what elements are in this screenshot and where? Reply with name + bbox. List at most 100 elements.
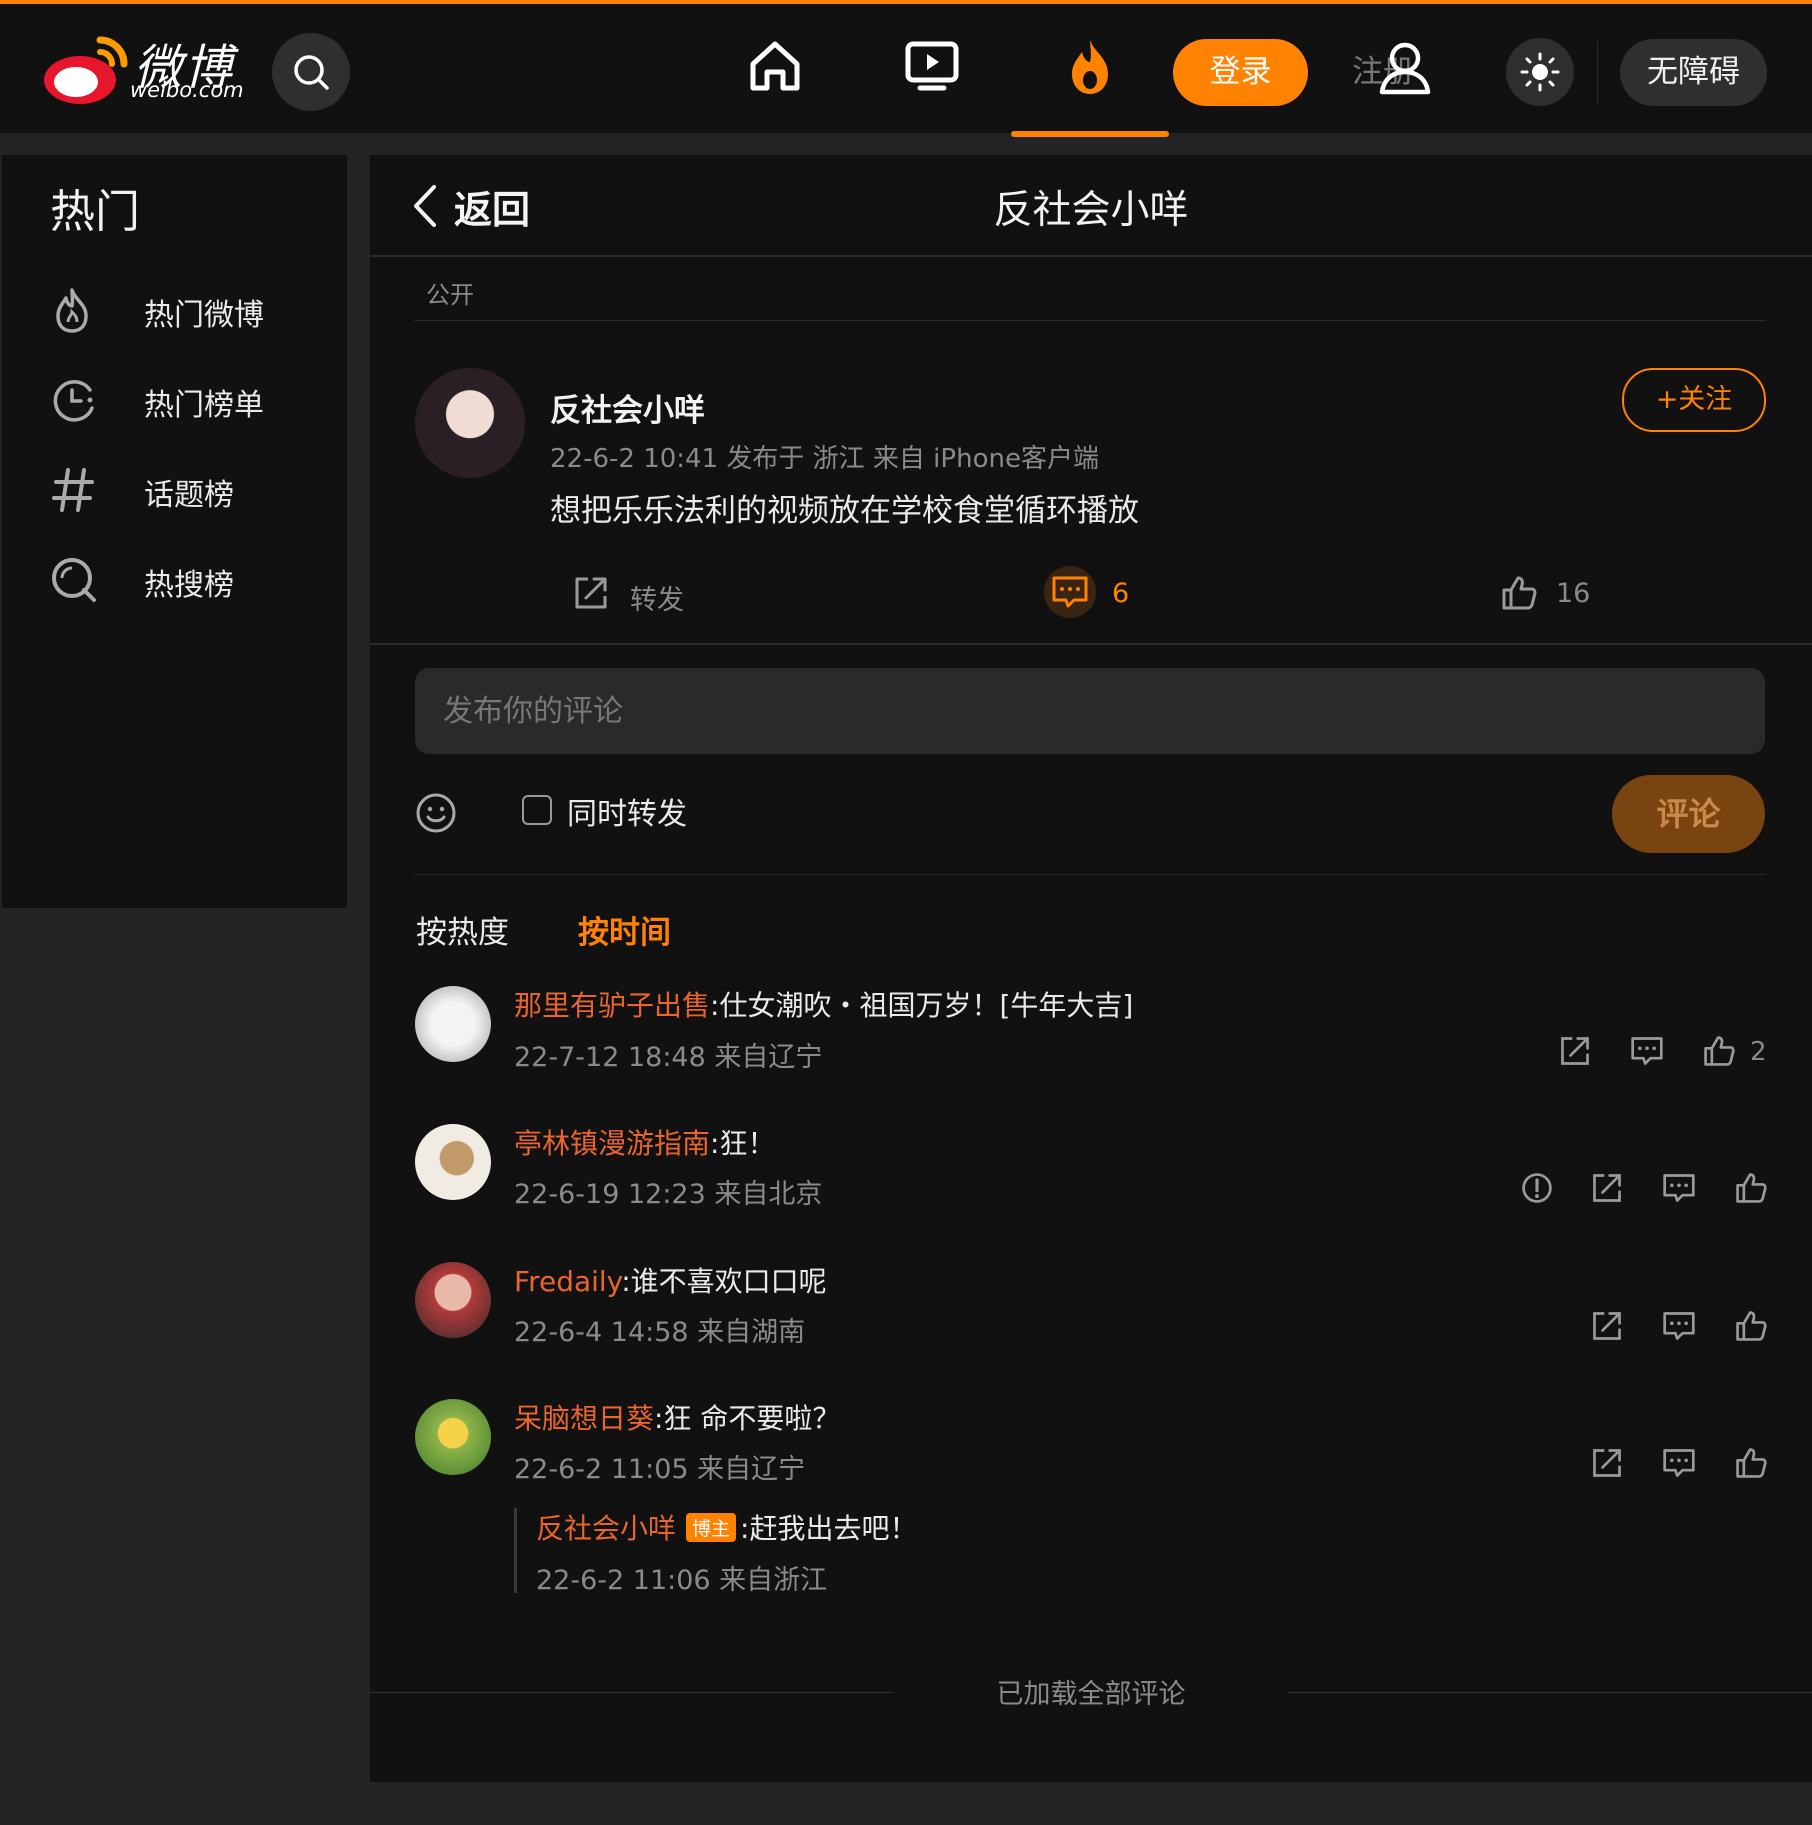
thumbs-up-icon[interactable]: [1734, 1446, 1768, 1480]
follow-button[interactable]: +关注: [1622, 368, 1766, 432]
sidebar-item-hot-rank[interactable]: 热门榜单: [50, 370, 340, 430]
emoji-button[interactable]: [415, 792, 457, 834]
like-count: 16: [1556, 578, 1591, 609]
author-avatar[interactable]: [415, 368, 525, 478]
thumbs-up-icon: [1502, 576, 1537, 610]
nav-home[interactable]: [745, 36, 805, 96]
comment-meta: 22-7-12 18:48 来自辽宁: [514, 1042, 823, 1073]
comment-meta: 22-6-4 14:58 来自湖南: [514, 1317, 806, 1348]
comment-avatar[interactable]: [415, 1124, 491, 1200]
author-badge: 博主: [686, 1513, 737, 1542]
share-icon[interactable]: [1590, 1446, 1624, 1480]
sidebar-item-label: 热门微博: [144, 298, 264, 333]
post-text: 想把乐乐法利的视频放在学校食堂循环播放: [550, 493, 1139, 529]
search-rank-icon: [52, 558, 96, 602]
comment-item: 呆脑想日葵:狂 命不要啦？: [514, 1397, 840, 1437]
hashtag-icon: [52, 468, 94, 512]
comment-meta: 22-6-2 11:05 来自辽宁: [514, 1454, 806, 1485]
comment-input[interactable]: [415, 668, 1765, 754]
divider: [414, 874, 1766, 875]
reply-text: :赶我出去吧！: [740, 1512, 918, 1545]
post-meta: 22-6-2 10:41 发布于 浙江 来自 iPhone客户端: [550, 444, 1099, 474]
comment-count: 6: [1112, 578, 1130, 609]
comment-count-button[interactable]: 6: [1044, 566, 1144, 620]
comment-item: 亭林镇漫游指南:狂！: [514, 1122, 775, 1162]
reply-username[interactable]: 反社会小咩: [536, 1512, 676, 1545]
thumbs-up-icon[interactable]: [1734, 1309, 1768, 1343]
accessibility-button[interactable]: 无障碍: [1620, 39, 1767, 106]
report-icon[interactable]: [1520, 1171, 1554, 1205]
sidebar-item-topics[interactable]: 话题榜: [50, 460, 340, 520]
author-name[interactable]: 反社会小咩: [550, 385, 705, 430]
clock-rank-icon: [53, 380, 94, 422]
comment-icon[interactable]: [1662, 1309, 1696, 1343]
detail-header: 返回 反社会小咩: [370, 155, 1812, 257]
weibo-eye-icon: [44, 36, 128, 104]
thumbs-up-icon[interactable]: [1734, 1171, 1768, 1205]
visibility-label: 公开: [426, 281, 474, 309]
comment-meta: 22-6-19 12:23 来自北京: [514, 1179, 823, 1210]
nav-hot[interactable]: [1060, 36, 1120, 96]
sun-icon: [1520, 52, 1560, 92]
comment-text: :狂！: [710, 1127, 776, 1160]
weibo-logo[interactable]: 微博 weibo.com: [42, 30, 252, 108]
comment-item: Fredaily:谁不喜欢口口呢: [514, 1260, 827, 1300]
video-icon: [905, 41, 959, 91]
login-button[interactable]: 登录: [1173, 39, 1308, 106]
share-icon: [575, 577, 607, 609]
share-icon[interactable]: [1590, 1309, 1624, 1343]
nav-video[interactable]: [902, 36, 962, 96]
sort-by-hot-tab[interactable]: 按热度: [416, 907, 509, 952]
flame-icon: [1072, 40, 1108, 94]
comment-avatar[interactable]: [415, 1262, 491, 1338]
comment-icon: [1044, 566, 1096, 618]
sidebar: 热门 热门微博 热门榜单 话题榜 热搜榜: [2, 155, 347, 908]
search-button[interactable]: [272, 33, 350, 111]
repost-also-label[interactable]: 同时转发: [567, 789, 687, 833]
divider: [370, 643, 1812, 645]
comment-text: :狂 命不要啦？: [654, 1402, 841, 1435]
comment-text: :仕女潮吹・祖国万岁！[牛年大吉]: [710, 989, 1134, 1022]
sidebar-item-hot-weibo[interactable]: 热门微博: [50, 280, 340, 340]
comment-username[interactable]: 那里有驴子出售: [514, 989, 710, 1022]
reply-item: 反社会小咩 博主:赶我出去吧！: [536, 1507, 917, 1547]
share-icon[interactable]: [1558, 1034, 1592, 1068]
comment-username[interactable]: Fredaily: [514, 1265, 621, 1298]
logo-subtext: weibo.com: [130, 78, 244, 102]
home-icon: [750, 41, 800, 91]
reply-meta: 22-6-2 11:06 来自浙江: [536, 1565, 828, 1596]
active-nav-indicator: [1011, 131, 1169, 137]
search-icon: [294, 55, 329, 90]
submit-comment-button[interactable]: 评论: [1612, 775, 1765, 853]
like-button[interactable]: 16: [1500, 570, 1600, 620]
comment-username[interactable]: 呆脑想日葵: [514, 1402, 654, 1435]
sort-by-time-tab[interactable]: 按时间: [578, 907, 671, 952]
comment-icon[interactable]: [1630, 1034, 1664, 1068]
user-icon[interactable]: [1378, 40, 1432, 96]
comment-icon[interactable]: [1662, 1446, 1696, 1480]
comment-username[interactable]: 亭林镇漫游指南: [514, 1127, 710, 1160]
post-detail-panel: 返回 反社会小咩 公开 反社会小咩 22-6-2 10:41 发布于 浙江 来自…: [370, 155, 1812, 1782]
comment-text: :谁不喜欢口口呢: [621, 1265, 827, 1298]
repost-also-checkbox[interactable]: [522, 795, 552, 825]
header-divider: [1597, 42, 1598, 104]
repost-button[interactable]: 转发: [572, 570, 692, 620]
comment-icon[interactable]: [1662, 1171, 1696, 1205]
divider: [1288, 1692, 1812, 1693]
repost-label: 转发: [630, 585, 684, 616]
page-title: 反社会小咩: [993, 188, 1189, 233]
sidebar-item-label: 热门榜单: [144, 388, 264, 423]
sidebar-item-hot-search[interactable]: 热搜榜: [50, 550, 340, 610]
comment-avatar[interactable]: [415, 986, 491, 1062]
comment-like-count: 2: [1750, 1037, 1767, 1067]
comment-avatar[interactable]: [415, 1399, 491, 1475]
divider: [414, 320, 1766, 321]
top-nav-bar: 微博 weibo.com 登录 注册 无障碍: [0, 0, 1812, 137]
sidebar-title: 热门: [50, 185, 141, 238]
sidebar-item-label: 热搜榜: [144, 568, 234, 603]
theme-toggle-button[interactable]: [1506, 38, 1574, 106]
sidebar-item-label: 话题榜: [144, 478, 234, 513]
comment-item: 那里有驴子出售:仕女潮吹・祖国万岁！[牛年大吉]: [514, 984, 1133, 1024]
share-icon[interactable]: [1590, 1171, 1624, 1205]
thumbs-up-icon[interactable]: [1702, 1034, 1736, 1068]
